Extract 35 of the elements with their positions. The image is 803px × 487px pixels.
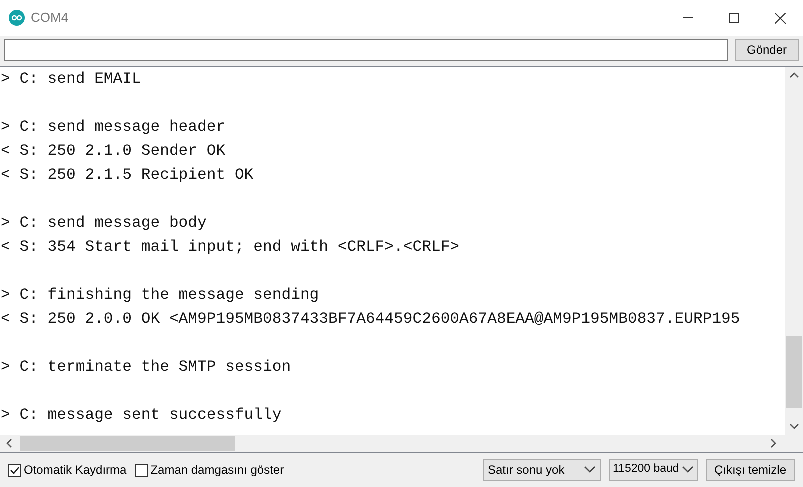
app-logo-icon [9,10,25,26]
send-button[interactable]: Gönder [735,39,799,61]
line-ending-dropdown[interactable]: Satır sonu yok [483,459,601,481]
checkbox[interactable] [8,464,21,476]
check-icon [10,466,20,474]
message-input-field[interactable] [4,39,728,61]
output-line: < S: 354 Start mail input; end with <CRLF>.<CRLF> [1,237,461,258]
checkbox-label[interactable]: Otomatik Kaydırma [24,461,127,479]
close-icon[interactable] [774,12,786,24]
scroll-up-icon[interactable] [790,72,798,78]
baud-rate-dropdown[interactable]: 115200 baud [609,459,698,481]
output-line: < S: 250 2.0.0 OK <AM9P195MB0837433BF7A64459C2600A67A8EAA@AM9P195MB0837.EURP195 [1,309,742,330]
output-line: > C: finishing the message sending [1,285,320,306]
maximize-icon[interactable] [729,13,739,23]
checkbox[interactable] [134,464,148,476]
clear-output-button[interactable]: Çıkışı temizle [706,459,795,481]
scroll-right-icon[interactable] [771,439,777,448]
checkbox-label[interactable]: Zaman damgasını göster [150,461,284,479]
horizontal-scrollbar[interactable] [0,435,803,452]
scrollbar-thumb[interactable] [20,436,235,451]
minimize-icon[interactable] [683,17,693,19]
scroll-left-icon[interactable] [6,439,12,448]
output-line: > C: message sent successfully [1,405,283,426]
output-line: < S: 250 2.1.5 Recipient OK [1,165,255,186]
output-line: < S: 250 2.1.0 Sender OK [1,141,227,162]
output-line: > C: send EMAIL [1,69,142,90]
output-line: > C: send message header [1,117,227,138]
chevron-down-icon [584,466,596,474]
vertical-scrollbar[interactable] [785,67,803,435]
chevron-down-icon [682,466,694,474]
output-line: > C: terminate the SMTP session [1,357,292,378]
scroll-down-icon[interactable] [790,424,798,430]
window-title: COM4 [31,9,69,28]
scrollbar-thumb[interactable] [786,336,802,408]
output-line: > C: send message body [1,213,208,234]
